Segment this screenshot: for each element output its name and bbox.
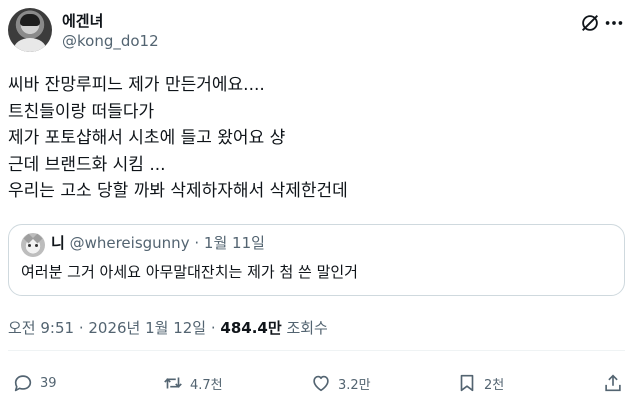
quote-date: 1월 11일 <box>203 234 265 252</box>
quote-author-name: 니 <box>51 234 65 252</box>
bookmark-icon <box>460 374 474 392</box>
tweet-line: 우리는 고소 당할 까봐 삭제하자해서 삭제한건데 <box>8 181 348 201</box>
reply-button[interactable]: 39 <box>12 368 57 398</box>
reply-icon <box>14 375 32 392</box>
author-handle[interactable]: @kong_do12 <box>62 32 159 50</box>
author-avatar[interactable] <box>8 8 52 52</box>
repost-button[interactable]: 4.7천 <box>162 368 223 398</box>
tweet-header: 에겐녀 @kong_do12 <box>8 8 625 56</box>
tweet-line: 트친들이랑 떠들다가 <box>8 101 155 122</box>
cat-ear-right <box>32 233 43 244</box>
tweet-line: 제가 포토샵해서 시초에 들고 왔어요 샹 <box>8 128 286 148</box>
cat-eye-left <box>28 244 31 247</box>
avatar-shoulder <box>14 38 46 52</box>
view-count: 484.4만 <box>220 319 282 337</box>
tweet-meta: 오전 9:51 · 2026년 1월 12일 · 484.4만 조회수 <box>8 317 328 338</box>
reply-count: 39 <box>40 375 57 391</box>
tweet-line: 근데 브랜드화 시킴 ... <box>8 154 166 175</box>
like-button[interactable]: 3.2만 <box>310 368 371 398</box>
repost-count: 4.7천 <box>190 377 223 393</box>
bookmark-count: 2천 <box>484 377 505 393</box>
author-display-name[interactable]: 에겐녀 <box>62 10 103 31</box>
quote-separator: · <box>194 234 200 252</box>
share-button[interactable] <box>602 368 624 398</box>
bookmark-button[interactable]: 2천 <box>456 368 504 398</box>
quote-header: 니 @whereisgunny · 1월 11일 <box>51 232 265 253</box>
divider <box>8 350 625 351</box>
like-icon <box>313 375 329 392</box>
avatar-hair <box>20 14 40 26</box>
quoted-tweet[interactable]: 니 @whereisgunny · 1월 11일 여러분 그거 아세요 아무말대… <box>8 224 625 296</box>
action-bar: 39 4.7천 3.2만 2천 <box>8 368 625 398</box>
share-icon <box>605 374 621 392</box>
tweet-line: 씨바 잔망루피느 제가 만든거에요.... <box>8 75 265 95</box>
more-options-icon[interactable] <box>603 12 625 34</box>
tweet-text: 씨바 잔망루피느 제가 만든거에요.... 트친들이랑 떠들다가 제가 포토샵해… <box>8 72 348 205</box>
quote-author-avatar <box>21 233 45 257</box>
cat-eye-right <box>35 244 38 247</box>
quote-author-handle: @whereisgunny <box>69 234 190 252</box>
tweet-timestamp[interactable]: 오전 9:51 · 2026년 1월 12일 · <box>8 319 216 337</box>
quote-text: 여러분 그거 아세요 아무말대잔치는 제가 첨 쓴 말인거 <box>21 263 358 281</box>
grok-icon[interactable] <box>579 12 601 34</box>
repost-icon <box>164 377 182 389</box>
like-count: 3.2만 <box>338 377 371 393</box>
view-label: 조회수 <box>286 319 328 337</box>
